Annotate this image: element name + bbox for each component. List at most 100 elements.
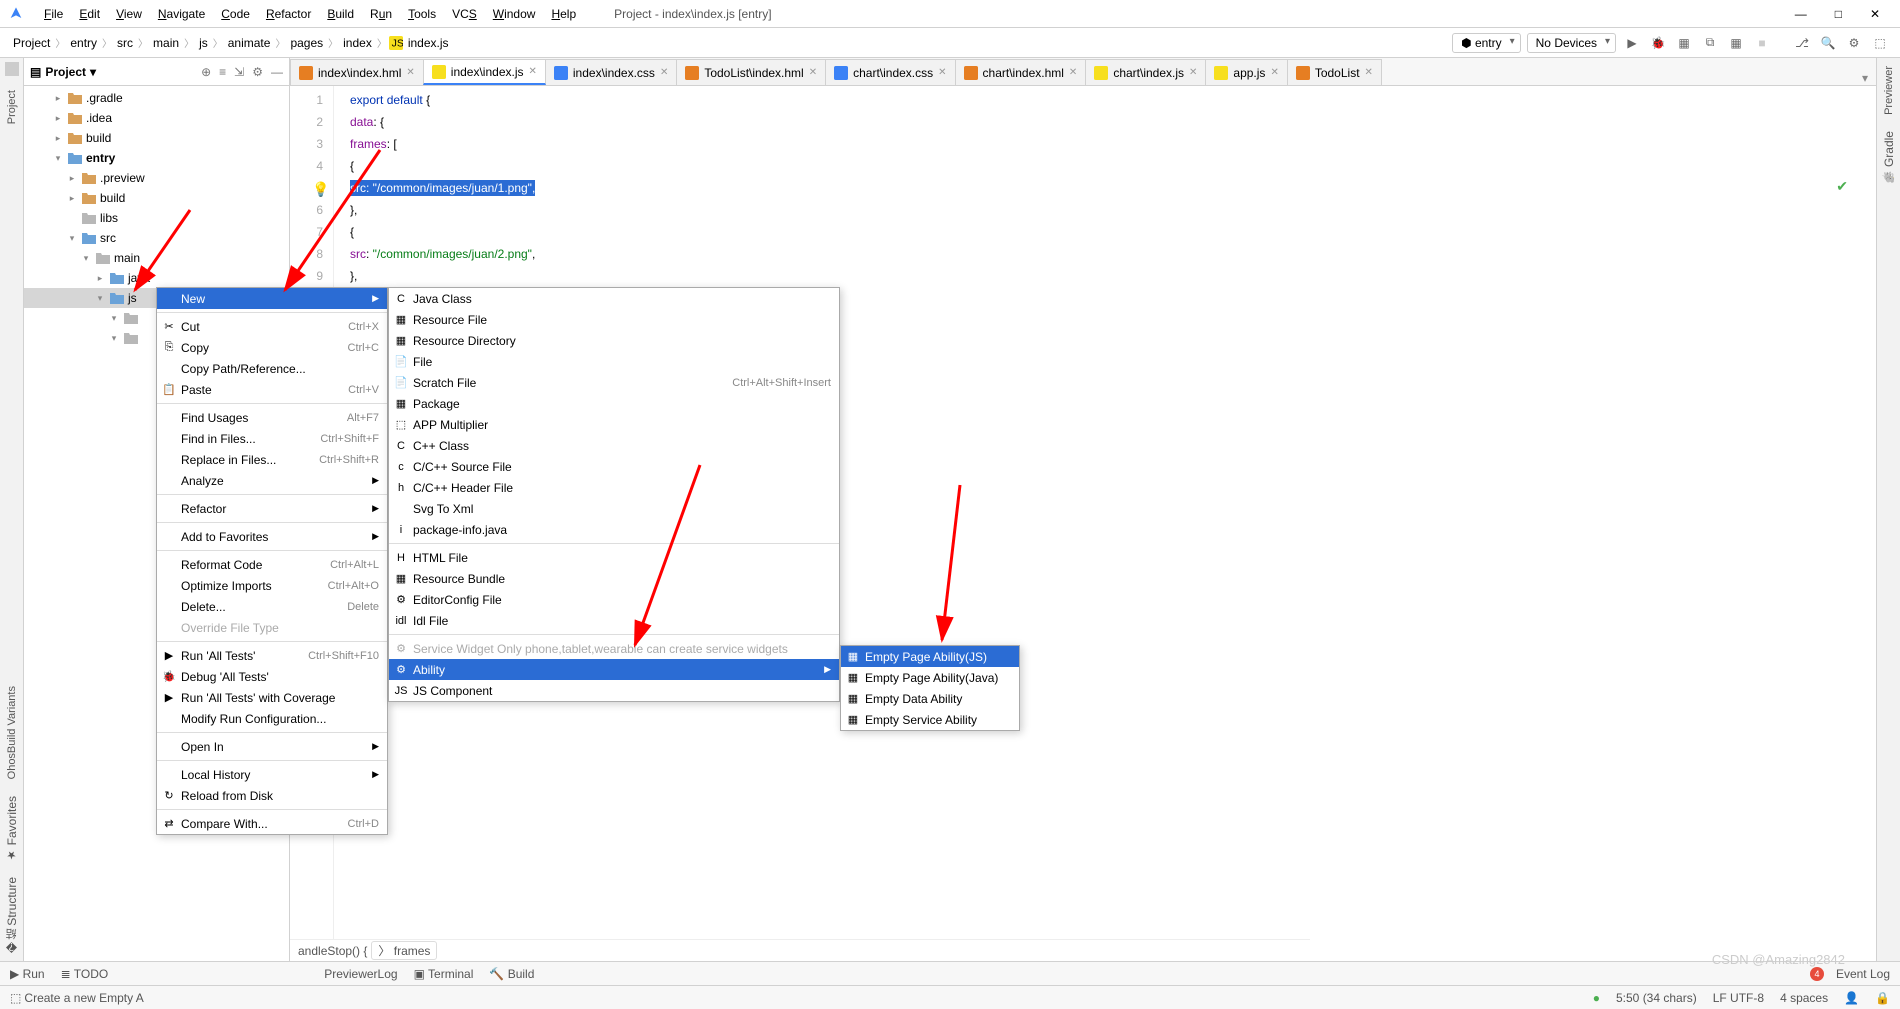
line-number[interactable]: 8 [290, 243, 323, 265]
editor-tab[interactable]: chart\index.hml ✕ [955, 59, 1087, 85]
code-line[interactable]: export default { [350, 89, 1876, 111]
menu-item[interactable]: 🐞 Debug 'All Tests' [157, 666, 387, 687]
run-configuration-combo[interactable]: ⬢ entry [1452, 33, 1521, 53]
menu-item[interactable]: ⬚ APP Multiplier [389, 414, 839, 435]
devices-combo[interactable]: No Devices [1527, 33, 1616, 53]
project-view-combo[interactable]: ▤ Project ▾ [30, 65, 96, 79]
menu-item[interactable]: Svg To Xml [389, 498, 839, 519]
tree-row[interactable]: ▸ build [24, 188, 289, 208]
menu-item[interactable]: 📋 Paste Ctrl+V [157, 379, 387, 400]
menu-item[interactable]: c C/C++ Source File [389, 456, 839, 477]
close-tab-icon[interactable]: ✕ [809, 67, 817, 78]
menu-item[interactable]: C C++ Class [389, 435, 839, 456]
code-line[interactable]: { [350, 221, 1876, 243]
tree-arrow-icon[interactable]: ▸ [66, 173, 78, 184]
vcs-icon[interactable]: ⎇ [1792, 33, 1812, 53]
tree-row[interactable]: ▸ build [24, 128, 289, 148]
editor-tab[interactable]: index\index.js ✕ [423, 59, 546, 85]
menu-item[interactable]: idl Idl File [389, 610, 839, 631]
breadcrumb-item[interactable]: index.js [405, 36, 452, 50]
close-tab-icon[interactable]: ✕ [1365, 67, 1373, 78]
window-close-icon[interactable]: ✕ [1870, 7, 1880, 21]
tool-previewer-log[interactable]: PreviewerLog [324, 967, 397, 981]
menu-item[interactable]: ▦ Package [389, 393, 839, 414]
line-number[interactable]: 2 [290, 111, 323, 133]
line-number[interactable]: 3 [290, 133, 323, 155]
menu-item[interactable]: Find in Files... Ctrl+Shift+F [157, 428, 387, 449]
menu-item[interactable]: Refactor ▶ [157, 498, 387, 519]
close-tab-icon[interactable]: ✕ [1270, 67, 1278, 78]
menu-code[interactable]: Code [213, 7, 258, 21]
line-number[interactable]: 6 [290, 199, 323, 221]
menu-run[interactable]: Run [362, 7, 400, 21]
menu-item[interactable]: Modify Run Configuration... [157, 708, 387, 729]
tree-arrow-icon[interactable]: ▾ [66, 233, 78, 244]
editor-tab[interactable]: chart\index.css ✕ [825, 59, 955, 85]
menu-item[interactable]: ↻ Reload from Disk [157, 785, 387, 806]
tab-overflow-icon[interactable]: ▾ [1854, 71, 1876, 85]
breadcrumb-item[interactable]: animate [225, 36, 274, 50]
stop-icon[interactable]: ■ [1752, 33, 1772, 53]
menu-item[interactable]: Copy Path/Reference... [157, 358, 387, 379]
run-icon[interactable]: ▶ [1622, 33, 1642, 53]
breadcrumb-item[interactable]: js [196, 36, 211, 50]
close-tab-icon[interactable]: ✕ [938, 67, 946, 78]
tree-row[interactable]: ▾ main [24, 248, 289, 268]
event-log[interactable]: Event Log [1836, 967, 1890, 981]
menu-item[interactable]: Reformat Code Ctrl+Alt+L [157, 554, 387, 575]
menu-item[interactable]: New ▶ [157, 288, 387, 309]
tool-tab-project[interactable]: Project [6, 82, 18, 132]
menu-item[interactable]: ▦ Empty Service Ability [841, 709, 1019, 730]
tree-row[interactable]: ▾ entry [24, 148, 289, 168]
close-tab-icon[interactable]: ✕ [406, 67, 414, 78]
attach-icon[interactable]: ▦ [1726, 33, 1746, 53]
menu-item[interactable]: ▦ Resource Bundle [389, 568, 839, 589]
line-number[interactable]: 4 [290, 155, 323, 177]
breadcrumb-item[interactable]: main [150, 36, 182, 50]
tree-row[interactable]: ▾ src [24, 228, 289, 248]
menu-navigate[interactable]: Navigate [150, 7, 213, 21]
caret-position[interactable]: 5:50 (34 chars) [1616, 991, 1697, 1005]
menu-item[interactable]: C Java Class [389, 288, 839, 309]
editor-tab[interactable]: app.js ✕ [1205, 59, 1287, 85]
search-icon[interactable]: 🔍 [1818, 33, 1838, 53]
menu-window[interactable]: Window [485, 7, 544, 21]
menu-item[interactable]: 📄 File [389, 351, 839, 372]
inspection-icon[interactable]: 👤 [1844, 991, 1859, 1005]
menu-item[interactable]: ▦ Resource Directory [389, 330, 839, 351]
tool-terminal[interactable]: ▣ Terminal [414, 967, 474, 981]
tree-arrow-icon[interactable]: ▸ [66, 193, 78, 204]
collapse-all-icon[interactable]: ⇲ [234, 65, 244, 79]
tree-arrow-icon[interactable]: ▾ [80, 253, 92, 264]
tree-arrow-icon[interactable]: ▸ [52, 133, 64, 144]
menu-item[interactable]: Add to Favorites ▶ [157, 526, 387, 547]
menu-tools[interactable]: Tools [400, 7, 444, 21]
indent-setting[interactable]: 4 spaces [1780, 991, 1828, 1005]
menu-item[interactable]: H HTML File [389, 547, 839, 568]
editor-tab[interactable]: TodoList\index.hml ✕ [676, 59, 826, 85]
tree-row[interactable]: ▸ .preview [24, 168, 289, 188]
tree-row[interactable]: ▸ .idea [24, 108, 289, 128]
settings-icon[interactable]: ⚙ [252, 65, 263, 79]
tree-arrow-icon[interactable]: ▸ [52, 113, 64, 124]
tree-row[interactable]: ▸ .gradle [24, 88, 289, 108]
tool-build[interactable]: 🔨 Build [489, 967, 534, 981]
menu-item[interactable]: h C/C++ Header File [389, 477, 839, 498]
editor-tab[interactable]: index\index.hml ✕ [290, 59, 424, 85]
tool-tab-favorites[interactable]: ★ Favorites [5, 788, 19, 869]
menu-file[interactable]: FFileile [36, 7, 71, 21]
breadcrumb-item[interactable]: src [114, 36, 136, 50]
editor-tab[interactable]: index\index.css ✕ [545, 59, 677, 85]
intention-bulb-icon[interactable]: 💡 [312, 178, 329, 200]
menu-vcs[interactable]: VCS [444, 7, 485, 21]
tree-arrow-icon[interactable]: ▸ [94, 273, 106, 284]
menu-item[interactable]: Analyze ▶ [157, 470, 387, 491]
tool-todo[interactable]: ≣ TODO [61, 967, 109, 981]
tool-run[interactable]: ▶ Run [10, 967, 45, 981]
tool-tab-structure[interactable]: �結 Structure [4, 869, 20, 961]
menu-item[interactable]: ▦ Resource File [389, 309, 839, 330]
tool-tab-ohos[interactable]: OhosBuild Variants [6, 678, 18, 787]
menu-item[interactable]: JS JS Component [389, 680, 839, 701]
menu-item[interactable]: ✂ Cut Ctrl+X [157, 316, 387, 337]
menu-view[interactable]: View [108, 7, 150, 21]
